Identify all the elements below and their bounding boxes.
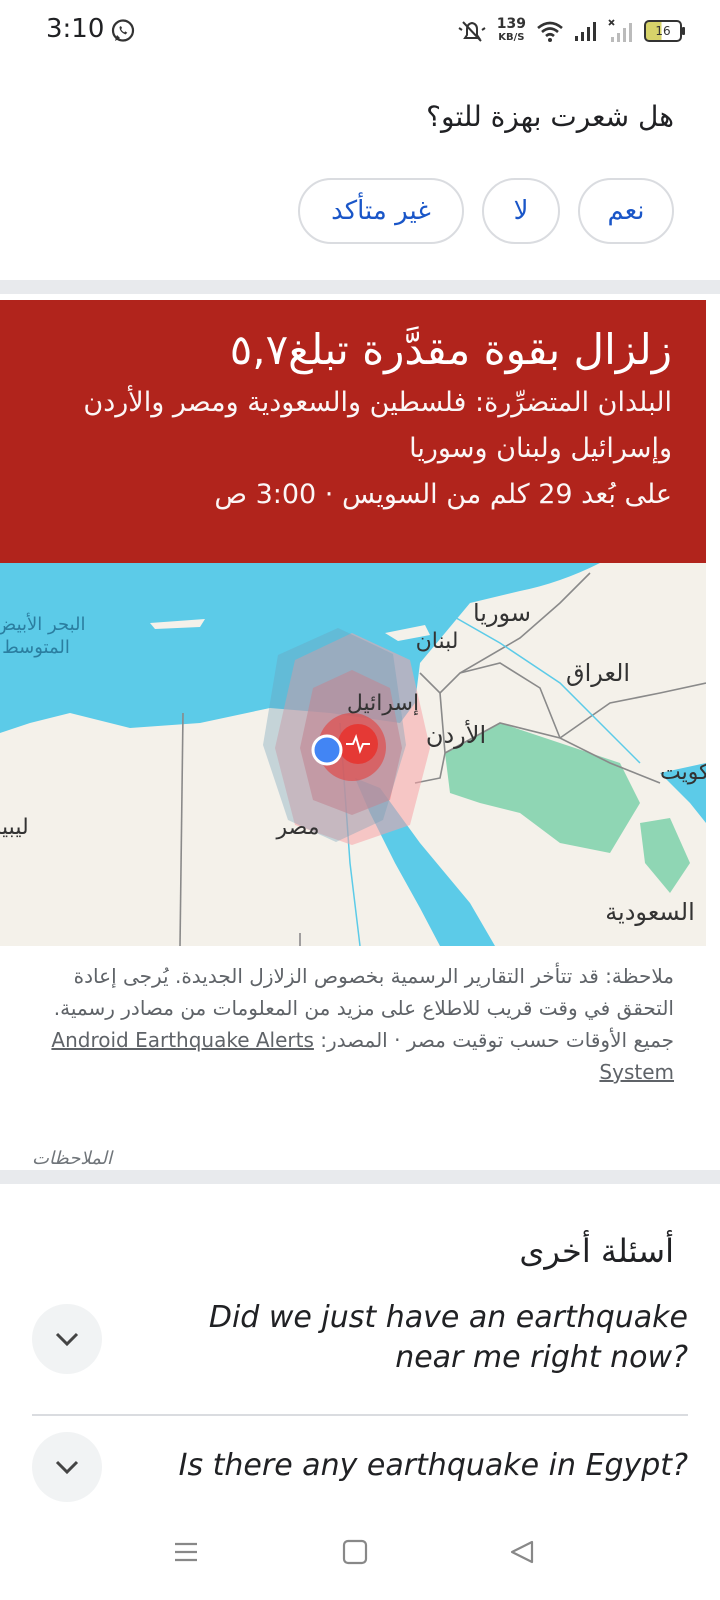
times-text: جميع الأوقات حسب توقيت مصر · المصدر: <box>313 1028 674 1052</box>
felt-answer-group: نعم لا غير متأكد <box>298 178 674 244</box>
status-time: 3:10 <box>46 14 105 44</box>
map-label-iraq: العراق <box>566 659 630 687</box>
network-speed: 139 KB/S <box>496 16 526 43</box>
home-icon[interactable] <box>341 1538 369 1566</box>
menu-icon[interactable] <box>172 1538 200 1566</box>
battery-icon: 16 <box>644 20 685 42</box>
faq-divider <box>32 1414 688 1416</box>
wifi-icon <box>537 21 563 42</box>
map-label-saudi: السعودية <box>605 898 695 926</box>
map-label-kuwait: الكويت <box>660 760 706 785</box>
map-label-sea-2: المتوسط <box>2 637 70 658</box>
map-label-egypt: مصر <box>275 815 319 840</box>
map-label-syria: سوريا <box>473 599 531 627</box>
chevron-down-icon <box>55 1332 79 1347</box>
faq-question: Is there any earthquake in Egypt? <box>178 1448 688 1483</box>
disclaimer-note: ملاحظة: قد تتأخر التقارير الرسمية بخصوص … <box>34 960 674 1088</box>
whatsapp-icon <box>111 19 135 42</box>
source-line: جميع الأوقات حسب توقيت مصر · المصدر: And… <box>34 1024 674 1088</box>
faq-item[interactable]: Did we just have an earthquake near me r… <box>32 1296 688 1396</box>
felt-question: هل شعرت بهزة للتو؟ <box>426 100 674 133</box>
chevron-down-icon <box>55 1460 79 1475</box>
faq-item[interactable]: Is there any earthquake in Egypt? <box>32 1432 688 1512</box>
map-label-libya: ليبيا <box>0 815 29 840</box>
faq-question: Did we just have an earthquake near me r… <box>208 1300 688 1375</box>
earthquake-map[interactable]: سوريا لبنان العراق إسرائيل الأردن الكويت… <box>0 563 706 946</box>
feedback-link[interactable]: الملاحظات <box>32 1148 112 1169</box>
signal-icon <box>575 22 596 41</box>
yes-button[interactable]: نعم <box>578 178 674 244</box>
affected-countries: البلدان المتضرِّرة: فلسطين والسعودية ومص… <box>83 387 672 464</box>
not-sure-button[interactable]: غير متأكد <box>298 178 464 244</box>
map-canvas[interactable]: سوريا لبنان العراق إسرائيل الأردن الكويت… <box>0 563 706 946</box>
mute-icon <box>458 21 486 42</box>
earthquake-alert-banner: زلزال بقوة مقدَّرة تبلغ٥,٧ البلدان المتض… <box>0 300 706 563</box>
expand-button[interactable] <box>32 1304 102 1374</box>
back-icon[interactable] <box>508 1538 536 1566</box>
section-divider-2 <box>0 1170 720 1184</box>
status-icons: 139 KB/S 16 <box>457 14 685 48</box>
no-button[interactable]: لا <box>482 178 560 244</box>
distance-time: على بُعد 29 كلم من السويس · 3:00 ص <box>214 479 672 510</box>
expand-button[interactable] <box>32 1432 102 1502</box>
section-divider <box>0 280 720 294</box>
no-signal-icon <box>608 19 632 42</box>
note-text: ملاحظة: قد تتأخر التقارير الرسمية بخصوص … <box>53 964 674 1020</box>
map-label-lebanon: لبنان <box>416 629 459 654</box>
system-nav-bar <box>0 1518 720 1600</box>
map-label-jordan: الأردن <box>426 720 486 749</box>
alert-title: زلزال بقوة مقدَّرة تبلغ٥,٧ <box>229 325 672 374</box>
other-questions-title: أسئلة أخرى <box>519 1232 674 1270</box>
map-label-sea-1: البحر الأبيض <box>0 613 85 635</box>
map-label-israel: إسرائيل <box>347 691 419 716</box>
status-bar: 3:10 139 KB/S 16 <box>0 0 720 64</box>
